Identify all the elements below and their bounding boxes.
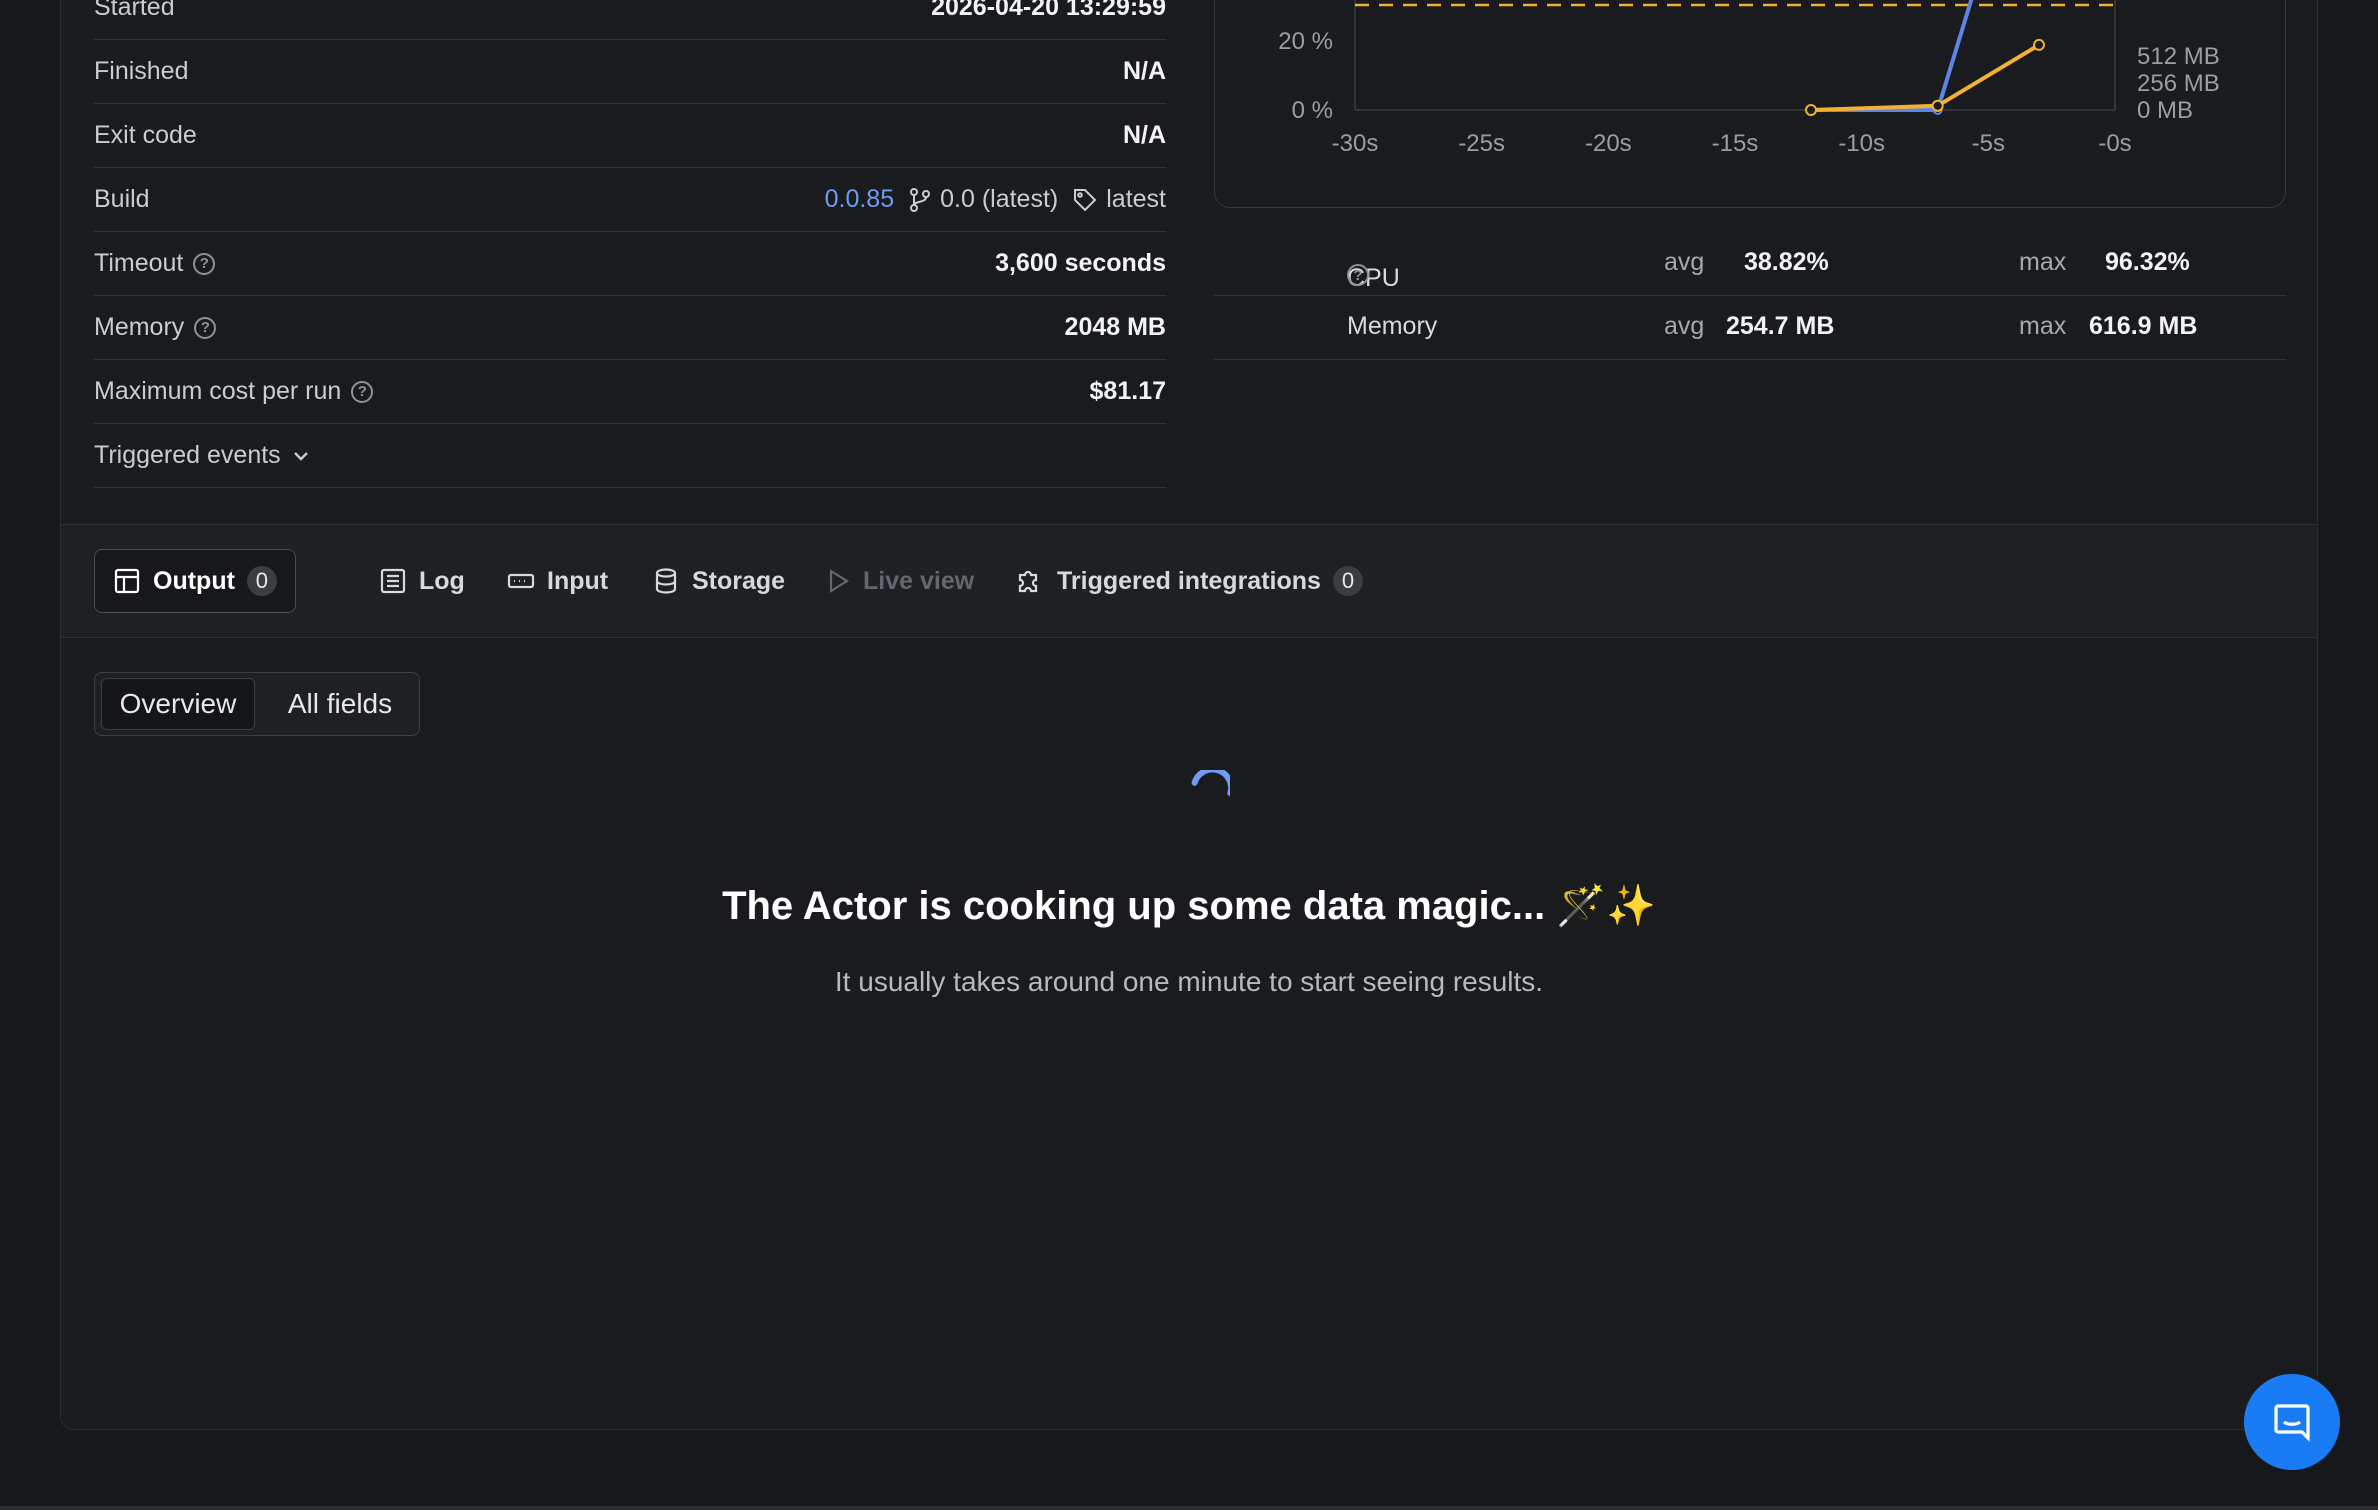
usage-chart-svg: -30s -25s -20s -15s -10s -5s -0s 0 % 20 % 0 MB256… xyxy=(1278,0,2220,157)
tab-log-label: Log xyxy=(419,566,465,595)
build-branch-label: 0.0 (latest) xyxy=(940,185,1059,213)
memory-point xyxy=(1805,104,1817,116)
x-tick-label: -10s xyxy=(1838,130,1885,157)
tab-live-view[interactable]: Live view xyxy=(807,549,992,613)
x-tick-label: -25s xyxy=(1458,130,1505,157)
help-icon[interactable]: ? xyxy=(193,252,216,275)
y-left-tick-label: 0 % xyxy=(1292,97,1333,124)
build-tag-label: latest xyxy=(1106,185,1166,213)
build-version-link[interactable]: 0.0.85 xyxy=(825,185,895,214)
build-value: 0.0.85 0.0 (latest) latest xyxy=(825,185,1166,214)
triggered-events-label: Triggered events xyxy=(94,441,281,469)
help-icon[interactable]: ? xyxy=(351,380,374,403)
y-left-tick-label: 20 % xyxy=(1278,28,1333,55)
timeout-label: Timeout xyxy=(94,249,184,277)
memory-point xyxy=(2033,38,2045,51)
y-right-tick-label: 0 MB xyxy=(2137,97,2193,124)
build-label: Build xyxy=(94,185,150,213)
x-tick-label: -5s xyxy=(1972,130,2005,157)
tab-log[interactable]: Log xyxy=(361,549,483,613)
tab-output-label: Output xyxy=(153,566,235,595)
started-label: Started xyxy=(94,0,175,21)
tab-input-label: Input xyxy=(547,566,609,595)
tag-icon xyxy=(1074,188,1097,211)
loading-spinner-icon xyxy=(1191,770,1230,797)
chat-icon xyxy=(2274,1404,2310,1442)
x-tick-label: -15s xyxy=(1712,130,1759,157)
empty-state-subtitle: It usually takes around one minute to st… xyxy=(834,966,1544,997)
play-icon xyxy=(829,569,850,593)
all-fields-toggle-button[interactable]: All fields xyxy=(265,678,415,730)
cpu-series-line xyxy=(1811,0,1974,112)
detail-row-build: Build 0.0.85 0.0 (latest) latest xyxy=(94,168,1166,232)
cpu-avg-value: 38.82% xyxy=(1744,248,1829,276)
run-tabs: Output 0 Log Input Storage Live view Tri… xyxy=(61,524,2317,638)
detail-row-timeout: Timeout? 3,600 seconds xyxy=(94,232,1166,296)
finished-label: Finished xyxy=(94,57,189,85)
view-toggle: Overview All fields xyxy=(94,672,420,736)
puzzle-icon xyxy=(1018,570,1038,593)
memory-max-value: 616.9 MB xyxy=(2089,312,2198,340)
x-tick-label: -20s xyxy=(1585,130,1632,157)
tab-input[interactable]: Input xyxy=(489,549,626,613)
detail-row-started: Started 2026-04-20 13:29:59 xyxy=(94,0,1166,40)
integrations-count-badge: 0 xyxy=(1332,566,1363,596)
detail-row-memory: Memory? 2048 MB xyxy=(94,296,1166,360)
memory-value: 2048 MB xyxy=(1064,313,1166,341)
input-field-icon xyxy=(507,573,535,589)
tab-storage[interactable]: Storage xyxy=(634,549,803,613)
build-branch: 0.0 (latest) xyxy=(908,185,1058,214)
database-icon xyxy=(655,568,677,594)
tab-live-view-label: Live view xyxy=(863,566,975,595)
build-tag: latest xyxy=(1072,185,1166,214)
memory-label: Memory xyxy=(94,313,185,341)
stats-row-cpu: CPU? avg 38.82% max 96.32% xyxy=(1214,232,2286,296)
git-branch-icon xyxy=(910,187,931,212)
help-icon[interactable]: ? xyxy=(1347,264,1369,286)
detail-row-finished: Finished N/A xyxy=(94,40,1166,104)
table-icon xyxy=(114,568,140,594)
detail-row-max-cost: Maximum cost per run? $81.17 xyxy=(94,360,1166,424)
exit-code-value: N/A xyxy=(1122,121,1166,149)
finished-value: N/A xyxy=(1122,57,1166,85)
x-tick-label: -30s xyxy=(1332,130,1379,157)
chevron-down-icon xyxy=(293,451,308,461)
tab-output[interactable]: Output 0 xyxy=(94,549,296,613)
overview-toggle-button[interactable]: Overview xyxy=(101,678,255,730)
detail-row-triggered-events[interactable]: Triggered events xyxy=(94,424,1166,488)
output-count-badge: 0 xyxy=(246,566,277,596)
memory-stat-label: Memory xyxy=(1347,312,1438,340)
tab-integrations-label: Triggered integrations xyxy=(1057,566,1321,595)
memory-avg-label: avg xyxy=(1664,312,1705,340)
log-icon xyxy=(380,568,406,594)
chat-launcher-button[interactable] xyxy=(2244,1374,2340,1470)
tab-storage-label: Storage xyxy=(692,566,786,595)
empty-state-title: The Actor is cooking up some data magic.… xyxy=(722,884,1656,928)
memory-avg-value: 254.7 MB xyxy=(1726,312,1835,340)
cpu-max-value: 96.32% xyxy=(2105,248,2190,276)
bottom-divider xyxy=(0,1506,2378,1510)
triggered-events-toggle[interactable]: Triggered events xyxy=(94,441,311,470)
max-cost-label: Maximum cost per run xyxy=(94,377,342,405)
started-value: 2026-04-20 13:29:59 xyxy=(931,0,1166,21)
memory-point xyxy=(1931,99,1944,112)
cpu-max-label: max xyxy=(2019,248,2067,276)
max-cost-value: $81.17 xyxy=(1089,377,1166,405)
usage-chart: -30s -25s -20s -15s -10s -5s -0s 0 % 20 % 0 MB 256… xyxy=(1214,0,2286,208)
cpu-avg-label: avg xyxy=(1664,248,1705,276)
y-right-tick-label: 256 MB xyxy=(2137,70,2220,97)
memory-max-label: max xyxy=(2019,312,2067,340)
stats-row-memory: Memory avg 254.7 MB max 616.9 MB xyxy=(1214,296,2286,360)
tab-triggered-integrations[interactable]: Triggered integrations 0 xyxy=(997,549,1381,613)
memory-series-line xyxy=(1810,43,2041,112)
detail-row-exit-code: Exit code N/A xyxy=(94,104,1166,168)
y-right-tick-label: 512 MB xyxy=(2137,43,2220,70)
x-tick-label: -0s xyxy=(2098,130,2131,157)
help-icon[interactable]: ? xyxy=(194,316,217,339)
exit-code-label: Exit code xyxy=(94,121,197,149)
timeout-value: 3,600 seconds xyxy=(995,249,1166,277)
